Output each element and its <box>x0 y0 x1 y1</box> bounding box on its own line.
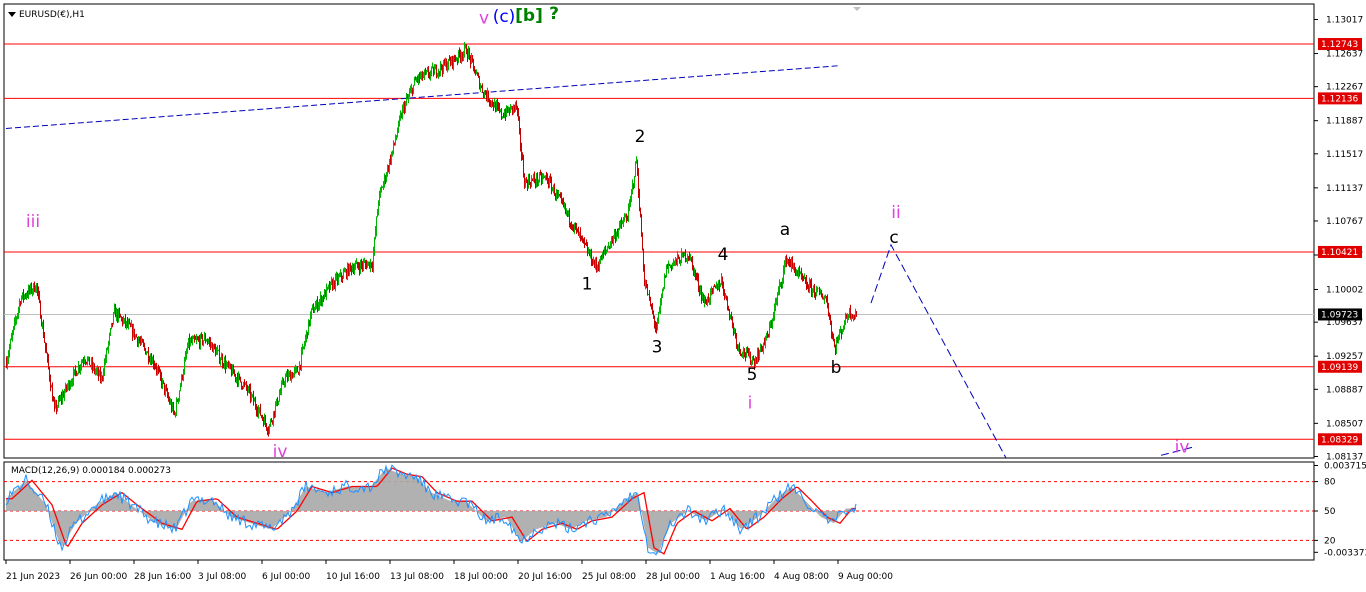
wave-label: ? <box>549 4 559 24</box>
wave-label: [b] <box>515 6 543 26</box>
price-tick-label: 1.08887 <box>1326 385 1363 395</box>
price-tick-label: 1.08507 <box>1326 419 1363 429</box>
price-tick-label: 1.11887 <box>1326 117 1363 127</box>
time-tick-label: 18 Jul 00:00 <box>454 572 508 582</box>
macd-title: MACD(12,26,9) 0.000184 0.000273 <box>11 466 171 476</box>
time-tick-label: 10 Jul 16:00 <box>326 572 380 582</box>
time-tick-label: 28 Jul 00:00 <box>646 572 700 582</box>
wave-label: 4 <box>718 245 729 265</box>
wave-label: iii <box>26 212 40 232</box>
wave-label: 1 <box>582 275 593 295</box>
wave-label: 5 <box>747 365 758 385</box>
macd-tick-label: -0.003373 <box>1324 548 1366 558</box>
level-label: 1.08329 <box>1321 435 1358 445</box>
wave-label: b <box>831 358 842 378</box>
time-tick-label: 20 Jul 16:00 <box>518 572 572 582</box>
time-tick-label: 26 Jun 00:00 <box>70 572 127 582</box>
time-tick-label: 3 Jul 08:00 <box>198 572 247 582</box>
chart-canvas[interactable]: 1.13017 1.12637 1.12267 1.11887 1.11517 1.111… <box>0 0 1366 588</box>
wave-label: c <box>889 228 898 248</box>
time-tick-label: 9 Aug 00:00 <box>838 572 893 582</box>
wave-label: (c) <box>493 7 516 27</box>
price-tick-label: 1.13017 <box>1326 15 1363 25</box>
level-label: 1.12743 <box>1321 40 1358 50</box>
price-tick-label: 1.10002 <box>1326 285 1363 295</box>
level-label: 1.10421 <box>1321 248 1358 258</box>
current-price-label: 1.09723 <box>1321 310 1358 320</box>
macd-tick-label: 50 <box>1324 507 1336 517</box>
wave-label: iv <box>273 442 288 462</box>
price-tick-label: 1.12637 <box>1326 50 1363 60</box>
chart-window[interactable]: 1.13017 1.12637 1.12267 1.11887 1.11517 1.111… <box>0 0 1366 588</box>
time-tick-label: 21 Jun 2023 <box>6 572 60 582</box>
level-label: 1.09139 <box>1321 363 1358 373</box>
price-tick-label: 1.10767 <box>1326 217 1363 227</box>
price-tick-label: 1.12267 <box>1326 83 1363 93</box>
wave-label: ii <box>891 203 900 223</box>
price-tick-label: 1.11137 <box>1326 184 1363 194</box>
price-tick-label: 1.09257 <box>1326 352 1363 362</box>
wave-label: 2 <box>635 127 646 147</box>
wave-label: 3 <box>652 337 663 357</box>
macd-tick-label: 20 <box>1324 536 1336 546</box>
time-tick-label: 28 Jun 16:00 <box>134 572 191 582</box>
time-tick-label: 13 Jul 08:00 <box>390 572 444 582</box>
wave-label: i <box>748 394 753 414</box>
time-tick-label: 25 Jul 08:00 <box>582 572 636 582</box>
macd-tick-label: 0.003715 <box>1324 461 1366 471</box>
wave-label: v <box>479 9 489 29</box>
time-tick-label: 6 Jul 00:00 <box>262 572 311 582</box>
level-label: 1.12136 <box>1321 94 1358 104</box>
price-tick-label: 1.11517 <box>1326 150 1363 160</box>
wave-label: iv <box>1175 438 1190 458</box>
wave-label: a <box>780 220 790 240</box>
chart-title: EURUSD(€),H1 <box>19 10 85 20</box>
macd-tick-label: 80 <box>1324 478 1336 488</box>
time-tick-label: 1 Aug 16:00 <box>710 572 765 582</box>
time-tick-label: 4 Aug 08:00 <box>774 572 829 582</box>
